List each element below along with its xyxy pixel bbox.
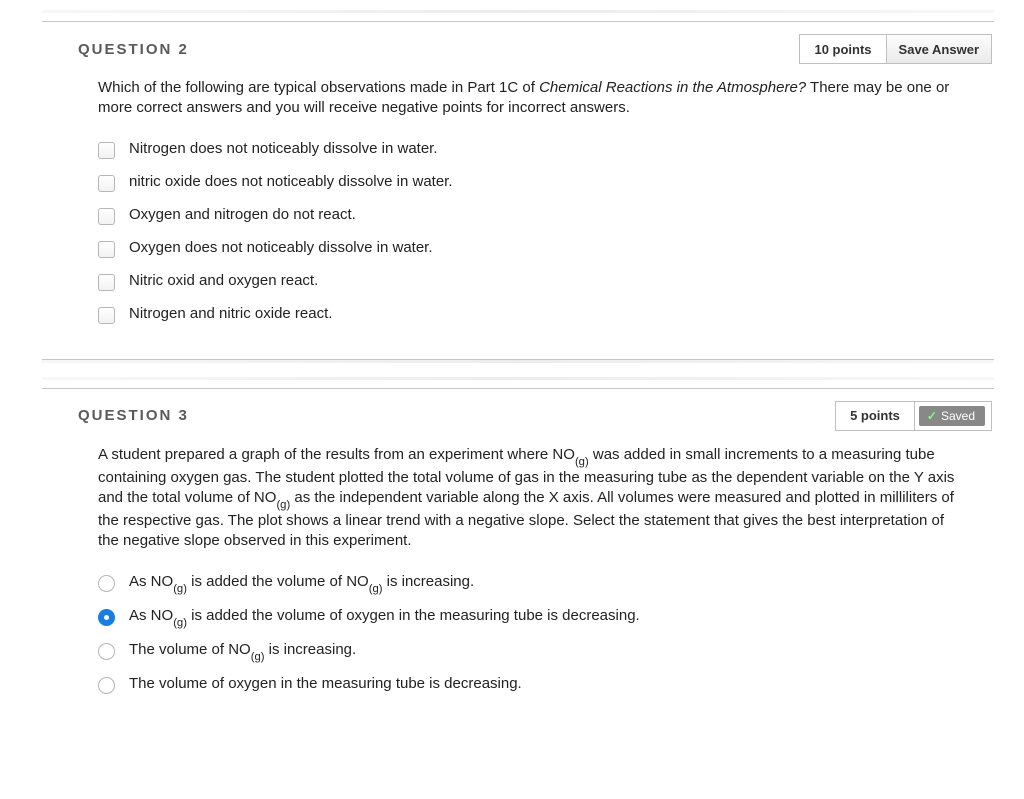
option-row: nitric oxide does not noticeably dissolv… xyxy=(98,166,958,199)
question-title: QUESTION 2 xyxy=(78,41,799,58)
option-label: Nitrogen does not noticeably dissolve in… xyxy=(129,140,438,157)
checkbox-input[interactable] xyxy=(98,142,115,159)
saved-badge: ✓ Saved xyxy=(919,406,985,426)
option-row: The volume of oxygen in the measuring tu… xyxy=(98,668,958,701)
option-row: Oxygen does not noticeably dissolve in w… xyxy=(98,232,958,265)
option-label: Nitric oxid and oxygen react. xyxy=(129,272,318,289)
option-label: As NO(g) is added the volume of oxygen i… xyxy=(129,607,640,627)
option-label: As NO(g) is added the volume of NO(g) is… xyxy=(129,573,474,593)
question-block-2: QUESTION 2 10 points Save Answer Which o… xyxy=(42,21,994,359)
option-label: The volume of NO(g) is increasing. xyxy=(129,641,356,661)
points-label: 5 points xyxy=(836,402,915,430)
option-row: As NO(g) is added the volume of NO(g) is… xyxy=(98,566,958,600)
block-shadow xyxy=(42,377,994,380)
block-shadow xyxy=(42,360,994,363)
radio-input[interactable] xyxy=(98,609,115,626)
checkbox-input[interactable] xyxy=(98,241,115,258)
option-label: Oxygen does not noticeably dissolve in w… xyxy=(129,239,433,256)
question-block-3: QUESTION 3 5 points ✓ Saved A student pr… xyxy=(42,388,994,729)
checkbox-input[interactable] xyxy=(98,307,115,324)
question-prompt: Which of the following are typical obser… xyxy=(98,78,958,119)
checkbox-input[interactable] xyxy=(98,175,115,192)
option-row: Nitric oxid and oxygen react. xyxy=(98,265,958,298)
option-row: Oxygen and nitrogen do not react. xyxy=(98,199,958,232)
save-answer-button[interactable]: Save Answer xyxy=(887,35,991,63)
points-label: 10 points xyxy=(800,35,886,63)
option-label: Nitrogen and nitric oxide react. xyxy=(129,305,332,322)
saved-label: Saved xyxy=(941,409,975,423)
question-body: Which of the following are typical obser… xyxy=(42,78,994,359)
question-header: QUESTION 2 10 points Save Answer xyxy=(42,22,994,78)
option-row: Nitrogen and nitric oxide react. xyxy=(98,298,958,331)
block-shadow xyxy=(42,10,994,13)
radio-input[interactable] xyxy=(98,677,115,694)
option-label: The volume of oxygen in the measuring tu… xyxy=(129,675,522,692)
checkbox-input[interactable] xyxy=(98,208,115,225)
option-label: nitric oxide does not noticeably dissolv… xyxy=(129,173,453,190)
option-row: The volume of NO(g) is increasing. xyxy=(98,634,958,668)
question-prompt: A student prepared a graph of the result… xyxy=(98,445,958,552)
radio-input[interactable] xyxy=(98,643,115,660)
option-row: As NO(g) is added the volume of oxygen i… xyxy=(98,600,958,634)
option-label: Oxygen and nitrogen do not react. xyxy=(129,206,356,223)
spacer xyxy=(0,363,1024,377)
quiz-page: QUESTION 2 10 points Save Answer Which o… xyxy=(0,0,1024,769)
question-title: QUESTION 3 xyxy=(78,407,835,424)
radio-input[interactable] xyxy=(98,575,115,592)
option-row: Nitrogen does not noticeably dissolve in… xyxy=(98,133,958,166)
points-save-box: 10 points Save Answer xyxy=(799,34,992,64)
question-body: A student prepared a graph of the result… xyxy=(42,445,994,729)
question-header: QUESTION 3 5 points ✓ Saved xyxy=(42,389,994,445)
check-icon: ✓ xyxy=(927,409,937,423)
checkbox-input[interactable] xyxy=(98,274,115,291)
points-save-box: 5 points ✓ Saved xyxy=(835,401,992,431)
